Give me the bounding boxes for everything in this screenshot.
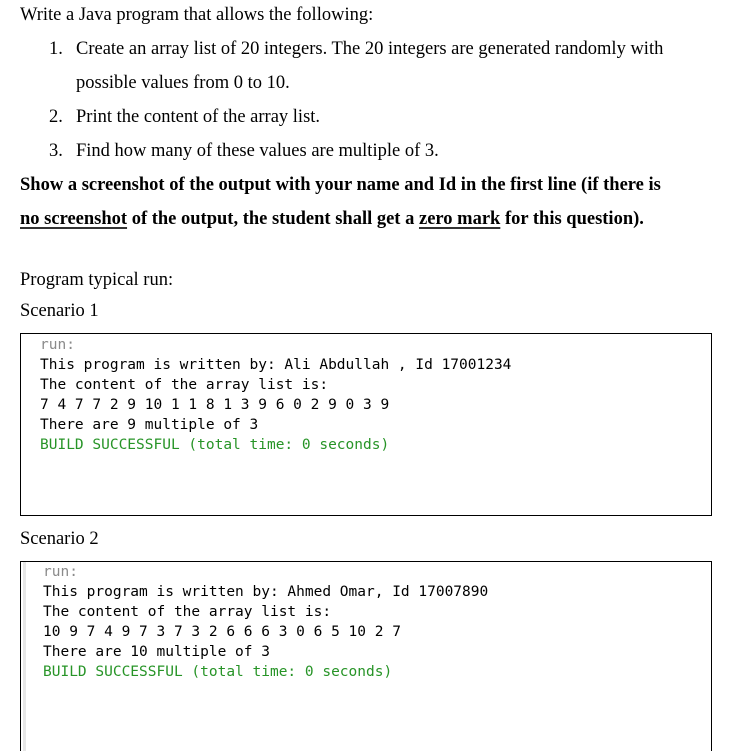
console-result: There are 9 multiple of 3 xyxy=(40,417,259,433)
console-run-label: run: xyxy=(40,337,75,353)
console-result: There are 10 multiple of 3 xyxy=(43,644,270,660)
screenshot-note-line1: Show a screenshot of the output with you… xyxy=(20,175,661,195)
question-intro: Write a Java program that allows the fol… xyxy=(20,5,374,25)
note-end-text: for this question). xyxy=(500,209,644,229)
list-text: Find how many of these values are multip… xyxy=(76,141,439,161)
console-build-status: BUILD SUCCESSFUL (total time: 0 seconds) xyxy=(40,437,390,453)
console-content-label: The content of the array list is: xyxy=(43,604,332,620)
console-content-label: The content of the array list is: xyxy=(40,377,329,393)
typical-run-label: Program typical run: xyxy=(20,270,174,290)
console-author-line: This program is written by: Ahmed Omar, … xyxy=(43,584,489,600)
note-mid-text: of the output, the student shall get a xyxy=(127,209,419,229)
list-number: 2. xyxy=(49,107,63,127)
console-author-line: This program is written by: Ali Abdullah… xyxy=(40,357,512,373)
list-text: Create an array list of 20 integers. The… xyxy=(76,39,664,59)
list-item-1: 1. Create an array list of 20 integers. T… xyxy=(49,38,663,60)
scenario-2-label: Scenario 2 xyxy=(20,529,99,549)
console-values: 10 9 7 4 9 7 3 7 3 2 6 6 6 3 0 6 5 10 2 … xyxy=(43,624,401,640)
scenario-2-console-output: run: This program is written by: Ahmed O… xyxy=(20,561,712,751)
list-text: Print the content of the array list. xyxy=(76,107,321,127)
console-run-label: run: xyxy=(43,564,78,580)
list-number: 1. xyxy=(49,39,63,59)
zero-mark-emphasis: zero mark xyxy=(418,209,501,229)
scenario-1-label: Scenario 1 xyxy=(20,301,99,321)
console-build-status: BUILD SUCCESSFUL (total time: 0 seconds) xyxy=(43,664,393,680)
list-item-2: 2. Print the content of the array list. xyxy=(49,106,320,128)
scenario-1-console-output: run: This program is written by: Ali Abd… xyxy=(20,333,712,516)
list-item-1-continuation: possible values from 0 to 10. xyxy=(76,73,290,93)
no-screenshot-emphasis: no screenshot xyxy=(20,209,128,229)
screenshot-note-line2: no screenshot of the output, the student… xyxy=(20,208,644,230)
list-number: 3. xyxy=(49,141,63,161)
list-item-3: 3. Find how many of these values are mult… xyxy=(49,140,439,162)
console-values: 7 4 7 7 2 9 10 1 1 8 1 3 9 6 0 2 9 0 3 9 xyxy=(40,397,390,413)
